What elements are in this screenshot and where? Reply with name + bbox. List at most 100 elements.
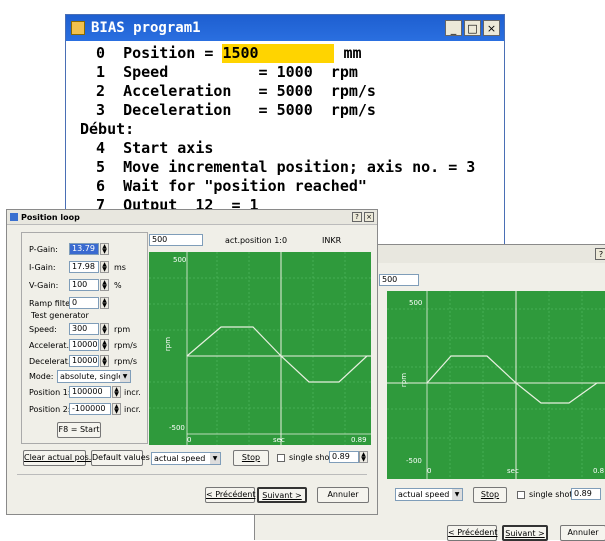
- speed-field[interactable]: 300: [69, 323, 99, 335]
- time-spinner[interactable]: ▲ ▼: [359, 451, 368, 463]
- x-max-label: 0.89: [351, 436, 367, 444]
- act-position-label: act.position 1:0: [225, 236, 288, 245]
- deceleration-field[interactable]: 10000: [69, 355, 99, 367]
- default-values-button[interactable]: Default values: [91, 450, 150, 466]
- p-gain-label: P-Gain:: [29, 245, 58, 254]
- position-2-unit: incr.: [124, 405, 141, 414]
- minimize-button[interactable]: _: [445, 20, 462, 36]
- cancel-button[interactable]: Annuler: [317, 487, 369, 503]
- bias-title-bar[interactable]: BIAS program1 _ □ ×: [66, 15, 504, 41]
- i-gain-unit: ms: [114, 263, 126, 272]
- deceleration-spinner[interactable]: ▲ ▼: [100, 355, 109, 367]
- speed-plot-back: 500 rpm -500 0 sec 0.8: [387, 291, 605, 479]
- position-loop-dialog: Position loop ? × P-Gain: 13.79 ▲ ▼ I-Gai…: [6, 209, 378, 515]
- x-min-label: 0: [427, 467, 432, 475]
- dialog-title-bar[interactable]: Position loop ? ×: [7, 210, 377, 225]
- i-gain-spinner[interactable]: ▲ ▼: [100, 261, 109, 273]
- v-gain-field[interactable]: 100: [69, 279, 99, 291]
- y-axis-label: rpm: [400, 372, 409, 388]
- single-shot-checkbox[interactable]: [277, 454, 285, 462]
- position-1-label: Position 1:: [29, 388, 71, 397]
- dialog-title: Position loop: [21, 212, 80, 222]
- previous-button[interactable]: < Précédent: [205, 487, 256, 503]
- code-line[interactable]: 1 Speed = 1000 rpm: [96, 63, 358, 82]
- v-gain-unit: %: [114, 281, 122, 290]
- time-field[interactable]: 0.89: [329, 451, 359, 463]
- single-shot-label: single shot: [289, 453, 333, 462]
- inkr-label: INKR: [322, 236, 342, 245]
- i-gain-field[interactable]: 17.98: [69, 261, 99, 273]
- position-1-spinner[interactable]: ▲ ▼: [112, 386, 121, 398]
- code-line[interactable]: 2 Acceleration = 5000 rpm/s: [96, 82, 376, 101]
- next-button[interactable]: Suivant >: [257, 487, 307, 503]
- x-axis-label: sec: [507, 467, 519, 475]
- position-1-field[interactable]: 100000: [69, 386, 111, 398]
- line-unit: mm: [343, 44, 362, 62]
- scale-field[interactable]: 500: [379, 274, 419, 286]
- dialog-icon: [10, 213, 18, 221]
- help-button[interactable]: ?: [595, 248, 605, 260]
- y-max-label: 500: [409, 299, 423, 307]
- signal-select-back[interactable]: actual speed ▼: [395, 488, 463, 501]
- acceleration-label: Accelerat.:: [29, 341, 72, 350]
- window-title: BIAS program1: [91, 20, 201, 36]
- speed-trace: [186, 326, 371, 383]
- next-nav-button-back[interactable]: Suivant >: [502, 525, 548, 541]
- position-1-unit: incr.: [124, 388, 141, 397]
- code-line[interactable]: 3 Deceleration = 5000 rpm/s: [96, 101, 376, 120]
- x-max-label: 0.8: [593, 467, 605, 475]
- maximize-button[interactable]: □: [464, 20, 481, 36]
- stop-button-back[interactable]: Stop: [473, 487, 507, 503]
- code-line[interactable]: 6 Wait for "position reached": [96, 177, 367, 196]
- y-min-label: -500: [169, 424, 185, 432]
- mode-label: Mode:: [29, 372, 54, 381]
- x-min-label: 0: [187, 436, 192, 444]
- y-min-label: -500: [406, 457, 422, 465]
- code-line[interactable]: 4 Start axis: [96, 139, 213, 158]
- stop-button[interactable]: Stop: [233, 450, 269, 466]
- code-line[interactable]: 0 Position = 1500 mm: [96, 44, 362, 63]
- time-field-back[interactable]: 0.89: [571, 488, 601, 500]
- x-axis-label: sec: [273, 436, 285, 444]
- app-icon: [71, 21, 85, 35]
- i-gain-label: I-Gain:: [29, 263, 56, 272]
- line-text: Position =: [123, 44, 214, 62]
- plot-grid: [387, 291, 605, 479]
- speed-spinner[interactable]: ▲ ▼: [100, 323, 109, 335]
- position-2-spinner[interactable]: ▲ ▼: [112, 403, 121, 415]
- acceleration-spinner[interactable]: ▲ ▼: [100, 339, 109, 351]
- ramp-filter-spinner[interactable]: ▲ ▼: [100, 297, 109, 309]
- scale-field[interactable]: 500: [149, 234, 203, 246]
- acceleration-field[interactable]: 10000: [69, 339, 99, 351]
- start-button[interactable]: F8 = Start: [57, 422, 101, 438]
- v-gain-label: V-Gain:: [29, 281, 59, 290]
- dialog-separator: [17, 474, 367, 475]
- deceleration-unit: rpm/s: [114, 357, 138, 366]
- plot-grid: [149, 252, 371, 445]
- back-nav-button-back[interactable]: < Précédent: [447, 525, 498, 541]
- speed-plot: 500 rpm -500 0 sec 0.89: [149, 252, 371, 445]
- code-label[interactable]: Début:: [80, 120, 134, 139]
- ramp-filter-field[interactable]: 0: [69, 297, 99, 309]
- y-max-label: 500: [173, 256, 187, 264]
- y-axis-label: rpm: [164, 336, 173, 352]
- single-shot-checkbox-back[interactable]: [517, 491, 525, 499]
- p-gain-field[interactable]: 13.79: [69, 243, 99, 255]
- line-number: 0: [96, 44, 106, 62]
- signal-select[interactable]: actual speed ▼: [151, 452, 221, 465]
- position-value[interactable]: 1500: [222, 44, 335, 63]
- help-button[interactable]: ?: [352, 212, 362, 222]
- deceleration-label: Decelerat.:: [29, 357, 74, 366]
- speed-label: Speed:: [29, 325, 57, 334]
- code-line[interactable]: 5 Move incremental position; axis no. = …: [96, 158, 475, 177]
- p-gain-spinner[interactable]: ▲ ▼: [100, 243, 109, 255]
- position-2-label: Position 2:: [29, 405, 71, 414]
- clear-actual-pos-button[interactable]: Clear actual pos.: [23, 450, 91, 466]
- close-button[interactable]: ×: [364, 212, 374, 222]
- test-generator-label: Test generator: [31, 311, 89, 320]
- mode-select[interactable]: absolute, single ▼: [57, 370, 131, 383]
- v-gain-spinner[interactable]: ▲ ▼: [100, 279, 109, 291]
- position-2-field[interactable]: -100000: [69, 403, 111, 415]
- cancel-button-back[interactable]: Annuler: [560, 525, 605, 541]
- close-button[interactable]: ×: [483, 20, 500, 36]
